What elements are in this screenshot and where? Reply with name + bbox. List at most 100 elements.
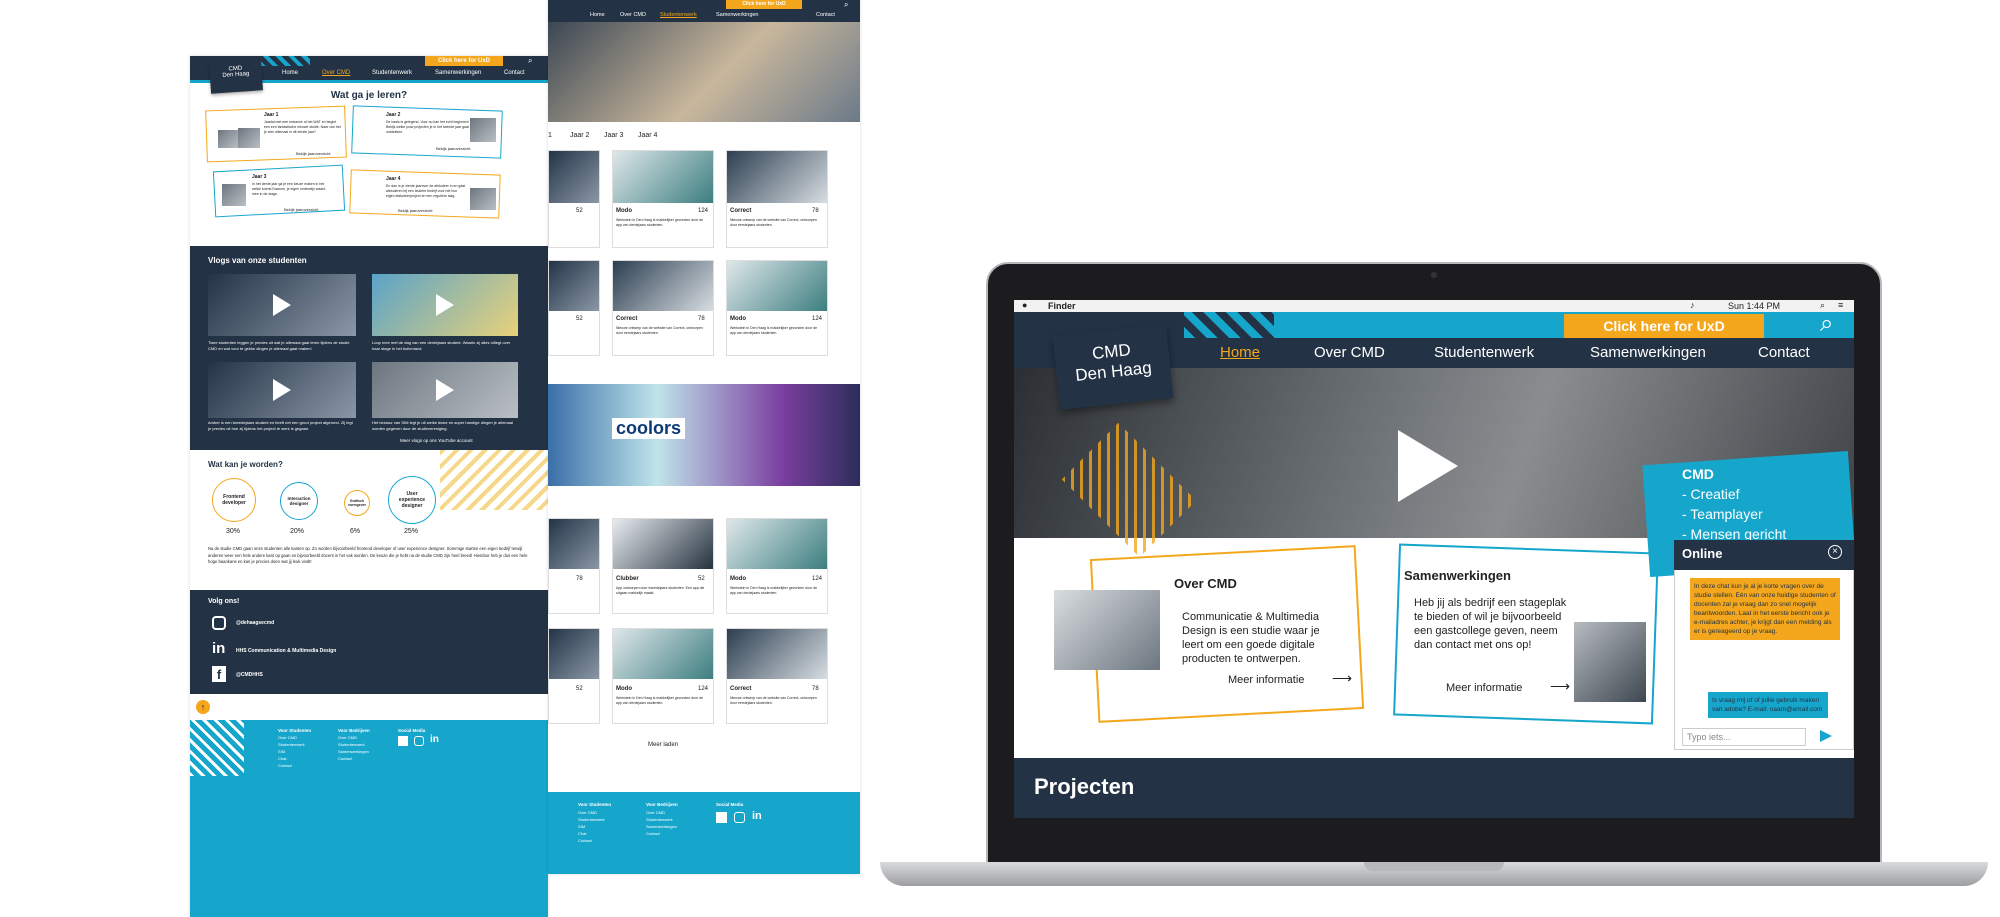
logo[interactable]: CMD Den Haag	[209, 60, 263, 94]
uxd-button[interactable]: Click here for UxD	[1564, 314, 1764, 338]
nav-over[interactable]: Over CMD	[620, 12, 646, 18]
projecten-section	[1014, 758, 1854, 818]
menubar-app-name[interactable]: Finder	[1048, 301, 1076, 311]
projecten-title: Projecten	[1034, 774, 1135, 799]
play-button[interactable]	[1398, 430, 1458, 502]
vlog-video[interactable]	[372, 274, 518, 336]
year-tab[interactable]: Jaar 2	[570, 132, 589, 139]
project-card[interactable]	[612, 260, 714, 356]
search-icon[interactable]: ⌕	[844, 0, 848, 10]
project-card[interactable]	[726, 628, 828, 724]
role-circle: User experience designer	[388, 476, 436, 524]
menubar-clock[interactable]: Sun 1:44 PM	[1728, 301, 1780, 311]
laptop-camera	[1431, 272, 1437, 278]
facebook-icon[interactable]	[398, 736, 408, 746]
nav-contact[interactable]: Contact	[816, 12, 835, 18]
leren-title: Wat ga je leren?	[330, 90, 408, 101]
chat-title: Online	[1682, 546, 1723, 561]
project-card[interactable]	[726, 150, 828, 248]
send-icon[interactable]	[1820, 730, 1832, 742]
uxd-button[interactable]: Click here for UxD	[425, 56, 503, 66]
year-tab[interactable]: 1	[548, 132, 552, 139]
instagram-icon[interactable]	[734, 812, 745, 823]
nav-home[interactable]: Home	[1220, 344, 1260, 361]
worden-text: Na de studie CMD gaan onze studenten all…	[208, 546, 528, 564]
jaar-link[interactable]: Bekijk jaaroverzicht	[398, 208, 432, 213]
instagram-icon[interactable]	[414, 736, 424, 746]
instagram-icon[interactable]	[212, 616, 226, 630]
project-card[interactable]	[612, 518, 714, 614]
nav-over[interactable]: Over CMD	[322, 70, 350, 76]
nav-studentenwerk[interactable]: Studentenwerk	[1434, 344, 1534, 361]
meer-laden-button[interactable]: Meer laden	[648, 742, 678, 748]
play-icon	[436, 294, 454, 316]
arrow-right-icon[interactable]: ⟶	[1332, 670, 1352, 687]
studenten-page-mockup: Click here for UxD ⌕ Home Over CMD Stude…	[190, 56, 548, 917]
nav-home[interactable]: Home	[282, 70, 298, 76]
menu-list-icon[interactable]: ≡	[1838, 300, 1843, 310]
worden-title: Wat kan je worden?	[208, 460, 283, 469]
chat-message: Is vraag mij of of jullie gebruik maken …	[1708, 692, 1828, 718]
nav-samenwerkingen[interactable]: Samenwerkingen	[716, 12, 759, 18]
vlogs-title: Vlogs van onze studenten	[208, 256, 307, 265]
linkedin-icon[interactable]: in	[430, 734, 439, 745]
close-icon[interactable]: ×	[1828, 545, 1842, 559]
search-icon[interactable]: ⌕	[1820, 310, 1833, 338]
search-icon[interactable]: ⌕	[528, 56, 532, 66]
role-circle: Grafisch vormgever	[344, 490, 370, 516]
role-circle: Interaction designer	[280, 482, 318, 520]
nav-samenwerkingen[interactable]: Samenwerkingen	[435, 70, 481, 76]
over-more-link[interactable]: Meer informatie	[1228, 674, 1304, 686]
project-card[interactable]	[726, 260, 828, 356]
nav-home[interactable]: Home	[590, 12, 605, 18]
logo[interactable]: CMD Den Haag	[1052, 324, 1174, 410]
linkedin-icon[interactable]: in	[752, 810, 762, 822]
project-card[interactable]	[548, 628, 600, 724]
play-icon	[273, 379, 291, 401]
nav-contact[interactable]: Contact	[1758, 344, 1810, 361]
year-tab[interactable]: Jaar 4	[638, 132, 657, 139]
project-card[interactable]	[548, 518, 600, 614]
play-icon	[436, 379, 454, 401]
chat-input[interactable]: Typo iets...	[1682, 728, 1806, 746]
chat-widget[interactable]	[1674, 540, 1854, 750]
back-to-top-button[interactable]: ↑	[196, 700, 210, 714]
samen-more-link[interactable]: Meer informatie	[1446, 682, 1522, 694]
volume-icon[interactable]: ♪	[1690, 300, 1695, 310]
social-label[interactable]: HHS Communication & Multimedia Design	[236, 648, 336, 654]
jaar-link[interactable]: Bekijk jaaroverzicht	[296, 151, 330, 156]
facebook-icon[interactable]	[716, 812, 727, 823]
project-card[interactable]	[548, 260, 600, 356]
social-label[interactable]: @dehaagsecmd	[236, 620, 274, 626]
linkedin-icon[interactable]: in	[212, 640, 225, 657]
year-tab[interactable]: Jaar 3	[604, 132, 623, 139]
apple-icon[interactable]: ●	[1022, 300, 1027, 310]
studentenwerk-page-mockup: Click here for UxD ⌕ Home Over CMD Stude…	[548, 0, 860, 874]
jaar-link[interactable]: Bekijk jaaroverzicht	[284, 207, 318, 212]
vlogs-more-link[interactable]: Meer vlogs op ons YouTube account	[400, 438, 473, 443]
chat-message: In deze chat kun je al je korte vragen o…	[1690, 578, 1840, 640]
jaar-link[interactable]: Bekijk jaaroverzicht	[436, 146, 470, 151]
project-card[interactable]	[612, 628, 714, 724]
nav-contact[interactable]: Contact	[504, 70, 525, 76]
laptop-screen: ● Finder Sun 1:44 PM ♪ ⌕ ≡ Click here fo…	[1014, 300, 1854, 818]
uxd-button[interactable]: Click here for UxD	[726, 0, 802, 9]
social-label[interactable]: @CMDHHS	[236, 672, 263, 678]
volg-title: Volg ons!	[208, 598, 240, 605]
nav-over[interactable]: Over CMD	[1314, 344, 1385, 361]
facebook-icon[interactable]: f	[212, 666, 226, 682]
vlog-video[interactable]	[208, 362, 356, 418]
nav-studentenwerk[interactable]: Studentenwerk	[660, 12, 697, 18]
vlog-video[interactable]	[372, 362, 518, 418]
project-banner[interactable]	[548, 384, 860, 486]
role-circle: Frontend developer	[212, 478, 256, 522]
project-card[interactable]	[726, 518, 828, 614]
project-card[interactable]	[548, 150, 600, 248]
arrow-right-icon[interactable]: ⟶	[1550, 678, 1570, 695]
nav-samenwerkingen[interactable]: Samenwerkingen	[1590, 344, 1706, 361]
vlog-video[interactable]	[208, 274, 356, 336]
play-icon	[273, 294, 291, 316]
project-card[interactable]	[612, 150, 714, 248]
nav-studentenwerk[interactable]: Studentenwerk	[372, 70, 412, 76]
volg-section	[190, 590, 548, 694]
